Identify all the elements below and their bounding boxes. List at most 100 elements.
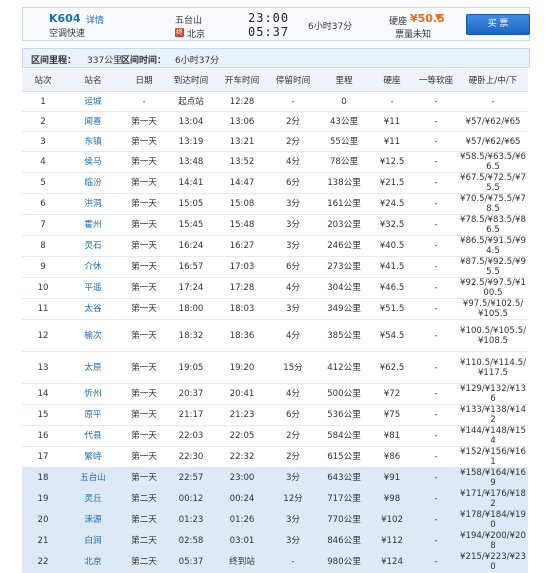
table-row: 6 洪洞 第一天 15:05 15:08 3分 161公里 ¥24.5- ¥70.5/¥75.5…	[22, 193, 528, 215]
timetable-body: 1 运城 - 起点站 12:28-0- - -2 闻喜 第一天 13:04 13:06 2分 43公里 ¥…	[22, 91, 528, 573]
stop-no: 6	[22, 193, 64, 215]
hard-seat-price: ¥41.5	[370, 256, 414, 278]
arrival-time-cell: 05:37	[166, 551, 216, 573]
hard-sleeper-prices: ¥70.5/¥75.5/¥78.5	[458, 193, 528, 215]
station-name[interactable]: 侯马	[64, 151, 122, 173]
stay-duration: 3分	[268, 235, 318, 257]
arrival-time-cell: 22:57	[166, 467, 216, 489]
stop-no: 18	[22, 467, 64, 489]
arrival-time-cell: 13:19	[166, 131, 216, 152]
train-summary-card: K604 详情 空调快速 五台山 终 北京 23:00 05:37 6小时37分…	[22, 7, 530, 41]
stay-duration: 3分	[268, 214, 318, 236]
stay-duration: -	[268, 91, 318, 112]
station-name[interactable]: 灵丘	[64, 488, 122, 510]
header-station: 站名	[64, 69, 122, 92]
station-name[interactable]: 五台山	[64, 467, 122, 489]
departure-time-cell: 14:47	[216, 172, 268, 194]
hard-sleeper-prices: ¥67.5/¥72.5/¥75.5	[458, 172, 528, 194]
station-name[interactable]: 忻州	[64, 383, 122, 405]
station-name[interactable]: 原平	[64, 404, 122, 426]
stop-no: 20	[22, 509, 64, 531]
stay-duration: 4分	[268, 383, 318, 405]
travel-day: 第一天	[122, 298, 166, 320]
stay-duration: 6分	[268, 172, 318, 194]
header-first-soft-seat: 一等软座	[414, 69, 458, 92]
arrival-time-cell: 00:12	[166, 488, 216, 510]
hard-seat-price: ¥40.5	[370, 235, 414, 257]
hard-sleeper-prices: ¥171/¥176/¥182	[458, 488, 528, 510]
first-soft-seat-price: -	[414, 551, 458, 573]
table-row: 14 忻州 第一天 20:37 20:41 4分 500公里 ¥72- ¥129/¥132/¥1…	[22, 383, 528, 405]
segment-time-label: 区间时间：	[121, 56, 167, 66]
station-name[interactable]: 涞源	[64, 509, 122, 531]
stop-no: 11	[22, 298, 64, 320]
travel-day: 第二天	[122, 551, 166, 573]
price-dropdown-icon[interactable]: ▼	[435, 13, 442, 23]
station-name[interactable]: 东镇	[64, 131, 122, 152]
arrival-time-cell: 17:24	[166, 277, 216, 299]
station-name[interactable]: 霍州	[64, 214, 122, 236]
travel-day: 第一天	[122, 111, 166, 132]
station-name[interactable]: 榆次	[64, 319, 122, 352]
hard-sleeper-prices: ¥129/¥132/¥136	[458, 383, 528, 405]
first-soft-seat-price: -	[414, 530, 458, 552]
departure-time-cell: 16:27	[216, 235, 268, 257]
station-name[interactable]: 介休	[64, 256, 122, 278]
station-name[interactable]: 北京	[64, 551, 122, 573]
distance: 500公里	[318, 383, 370, 405]
stop-no: 10	[22, 277, 64, 299]
travel-day: 第一天	[122, 193, 166, 215]
departure-time-cell: 03:01	[216, 530, 268, 552]
stop-no: 17	[22, 446, 64, 468]
hard-seat-price: ¥54.5	[370, 319, 414, 352]
stay-duration: 2分	[268, 446, 318, 468]
station-name[interactable]: 洪洞	[64, 193, 122, 215]
stop-no: 1	[22, 91, 64, 112]
travel-day: 第一天	[122, 131, 166, 152]
station-name[interactable]: 繁峙	[64, 446, 122, 468]
travel-day: 第一天	[122, 256, 166, 278]
table-row: 21 白涧 第二天 02:58 03:01 3分 846公里 ¥112- ¥194/¥200/¥…	[22, 530, 528, 552]
hard-seat-price: ¥62.5	[370, 351, 414, 384]
station-name[interactable]: 临汾	[64, 172, 122, 194]
train-number[interactable]: K604	[49, 12, 81, 25]
stop-no: 9	[22, 256, 64, 278]
header-departure: 开车时间	[216, 69, 268, 92]
station-name[interactable]: 代县	[64, 425, 122, 447]
stop-no: 21	[22, 530, 64, 552]
station-name[interactable]: 灵石	[64, 235, 122, 257]
station-name[interactable]: 闻喜	[64, 111, 122, 132]
stay-duration: 12分	[268, 488, 318, 510]
first-soft-seat-price: -	[414, 214, 458, 236]
departure-time-cell: 20:41	[216, 383, 268, 405]
travel-day: 第一天	[122, 235, 166, 257]
station-name[interactable]: 运城	[64, 91, 122, 112]
departure-time-cell: 21:23	[216, 404, 268, 426]
hard-sleeper-prices: ¥100.5/¥105.5/¥108.5	[458, 319, 528, 352]
hard-sleeper-prices: ¥133/¥138/¥142	[458, 404, 528, 426]
segment-summary-bar: 区间里程： 337公里 区间时间： 6小时37分	[22, 48, 530, 68]
table-row: 3 东镇 第一天 13:19 13:21 2分 55公里 ¥11- ¥57/¥62/¥65	[22, 131, 528, 152]
buy-ticket-button[interactable]: 买 票	[466, 14, 530, 35]
table-row: 9 介休 第一天 16:57 17:03 6分 273公里 ¥41.5- ¥87.5/¥92.5…	[22, 256, 528, 278]
stay-duration: 4分	[268, 277, 318, 299]
departure-time-cell: 01:26	[216, 509, 268, 531]
hard-seat-price: ¥46.5	[370, 277, 414, 299]
travel-day: -	[122, 91, 166, 112]
station-name[interactable]: 太谷	[64, 298, 122, 320]
hard-sleeper-prices: ¥57/¥62/¥65	[458, 131, 528, 152]
arrival-time-cell: 19:05	[166, 351, 216, 384]
arrival-time-cell: 15:45	[166, 214, 216, 236]
station-name[interactable]: 太原	[64, 351, 122, 384]
stay-duration: 4分	[268, 151, 318, 173]
stop-no: 4	[22, 151, 64, 173]
station-name[interactable]: 平遥	[64, 277, 122, 299]
train-detail-link[interactable]: 详情	[86, 13, 104, 26]
station-name[interactable]: 白涧	[64, 530, 122, 552]
distance-label: 区间里程：	[31, 56, 77, 66]
departure-time-cell: 15:48	[216, 214, 268, 236]
from-station: 五台山	[175, 16, 203, 26]
arrival-time-cell: 16:57	[166, 256, 216, 278]
first-soft-seat-price: -	[414, 151, 458, 173]
stop-no: 14	[22, 383, 64, 405]
